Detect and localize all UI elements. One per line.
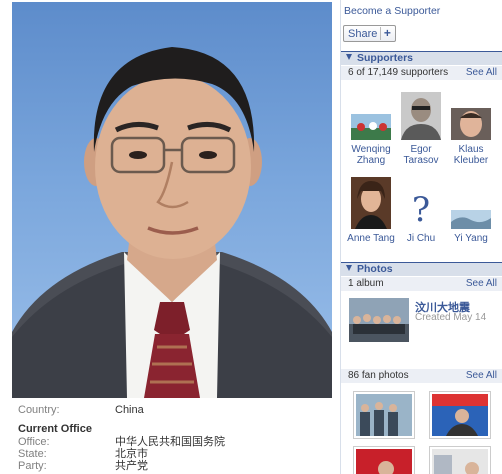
country-label: Country:: [18, 404, 60, 416]
supporter-name-last[interactable]: Tarasov: [396, 155, 446, 166]
party-value: 共产党: [115, 460, 148, 472]
supporter-name-first[interactable]: Egor: [396, 144, 446, 155]
supporter-photo[interactable]: [451, 210, 491, 229]
supporter-name-first[interactable]: Wenqing: [346, 144, 396, 155]
unknown-user-question-icon[interactable]: ?: [401, 191, 441, 229]
supporter-name-last[interactable]: Kleuber: [446, 155, 496, 166]
supporters-heading: Supporters: [357, 52, 414, 64]
supporter-photo[interactable]: [451, 108, 491, 140]
profile-main-column: Country: China Current Office Office: 中华…: [0, 0, 340, 474]
supporter-item[interactable]: Yi Yang: [446, 210, 496, 244]
album-count: 1 album: [348, 278, 384, 289]
supporter-name-first[interactable]: Klaus: [446, 144, 496, 155]
supporter-item[interactable]: Wenqing Zhang: [346, 114, 396, 166]
fan-photos-see-all-link[interactable]: See All: [466, 369, 497, 383]
share-button[interactable]: Share +: [343, 25, 397, 42]
photos-see-all-link[interactable]: See All: [466, 277, 497, 291]
state-row: State: 北京市: [18, 448, 338, 460]
fan-photo-thumbnail[interactable]: [353, 446, 415, 474]
supporters-count: 6 of 17,149 supporters: [348, 67, 449, 78]
supporters-subheader: 6 of 17,149 supporters See All: [341, 66, 502, 80]
state-value: 北京市: [115, 448, 148, 460]
fan-photo-thumbnail[interactable]: [429, 446, 491, 474]
office-value: 中华人民共和国国务院: [115, 436, 225, 448]
album-created-date: Created May 14: [415, 312, 487, 323]
supporter-item[interactable]: ? Ji Chu: [396, 191, 446, 244]
supporter-photo[interactable]: [401, 92, 441, 140]
photos-heading: Photos: [357, 263, 393, 275]
profile-picture[interactable]: [12, 2, 332, 398]
collapse-triangle-icon: [346, 54, 352, 60]
supporter-name[interactable]: Anne Tang: [346, 233, 396, 244]
profile-info: Country: China Current Office Office: 中华…: [18, 404, 338, 472]
supporter-item[interactable]: Anne Tang: [346, 177, 396, 244]
fan-photo-thumbnail[interactable]: [353, 391, 415, 439]
supporter-photo[interactable]: [351, 177, 391, 229]
supporter-name-last[interactable]: Zhang: [346, 155, 396, 166]
supporters-header[interactable]: Supporters: [341, 51, 502, 65]
supporters-see-all-link[interactable]: See All: [466, 66, 497, 80]
collapse-triangle-icon: [346, 265, 352, 271]
fan-photo-thumbnail[interactable]: [429, 391, 491, 439]
share-label: Share: [348, 27, 378, 40]
supporter-name[interactable]: Ji Chu: [396, 233, 446, 244]
photos-header[interactable]: Photos: [341, 262, 502, 276]
state-label: State:: [18, 448, 47, 460]
fan-photos-subheader: 86 fan photos See All: [341, 369, 502, 383]
become-supporter-link[interactable]: Become a Supporter: [344, 5, 440, 17]
country-value: China: [115, 404, 144, 416]
profile-sidebar: Become a Supporter Share + Supporters 6 …: [340, 0, 502, 474]
fan-photos-count: 86 fan photos: [348, 370, 409, 381]
supporter-name[interactable]: Yi Yang: [446, 233, 496, 244]
plus-icon: +: [380, 27, 393, 40]
office-row: Office: 中华人民共和国国务院: [18, 436, 338, 448]
supporter-item[interactable]: Klaus Kleuber: [446, 108, 496, 166]
portrait-image: [12, 47, 332, 398]
party-label: Party:: [18, 460, 47, 472]
album-thumbnail[interactable]: [349, 298, 409, 342]
photos-subheader: 1 album See All: [341, 277, 502, 291]
country-row: Country: China: [18, 404, 338, 416]
office-label: Office:: [18, 436, 50, 448]
supporter-item[interactable]: Egor Tarasov: [396, 92, 446, 166]
supporter-photo[interactable]: [351, 114, 391, 140]
current-office-heading: Current Office: [18, 423, 92, 435]
party-row: Party: 共产党: [18, 460, 338, 472]
